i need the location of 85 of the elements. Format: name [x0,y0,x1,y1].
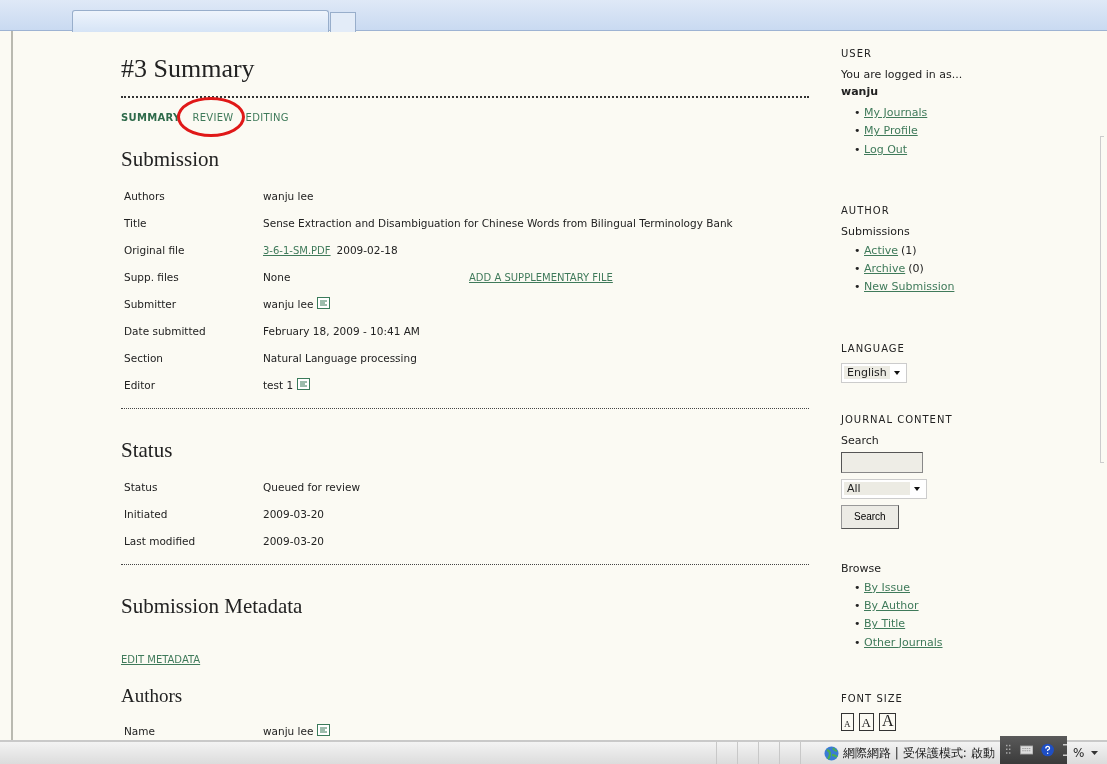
block-heading: USER [841,48,872,59]
email-icon[interactable] [297,378,311,390]
search-button[interactable]: Search [841,504,899,529]
field-label: Original file [123,242,186,258]
file-link[interactable]: 3-6-1-SM.PDF [263,244,331,256]
field-label: Name [123,723,156,739]
field-value: Natural Language processing [263,351,417,364]
block-text: Search [841,433,880,447]
field-value: 2009-03-20 [263,534,325,547]
edit-metadata-link[interactable]: EDIT METADATA [121,654,201,665]
section-heading: Submission Metadata [121,593,303,619]
tab[interactable]: SUMMARY [121,110,189,125]
font-size-button[interactable]: A [858,712,874,731]
sidebar-link[interactable]: By Author [864,597,919,616]
dropdown[interactable]: All [841,478,927,499]
add-file-link[interactable]: ADD A SUPPLEMENTARY FILE [469,271,613,283]
page-title: #3 Summary [121,54,255,84]
bullet: • [854,141,862,158]
block-text: You are logged in as... [841,68,964,81]
field-label: Title [123,215,148,231]
email-icon[interactable] [317,297,331,309]
dropdown-caret-icon[interactable] [1090,750,1099,756]
field-label: Section [123,350,164,366]
field-value: February 18, 2009 - 10:41 AM [263,324,420,337]
globe-icon [824,746,839,761]
field-label: Editor [123,377,157,393]
block-heading: AUTHOR [841,204,890,216]
font-size-button[interactable]: A [841,712,854,731]
field-label: Date submitted [123,323,207,339]
field-value: Sense Extraction and Disambiguation for Chinese Words from Bilingual Terminology Bank [263,216,733,229]
sidebar-link[interactable]: My Journals [864,104,928,123]
bullet: • [854,261,862,278]
zoom-level[interactable]: % [1073,746,1085,760]
email-icon[interactable] [317,724,331,736]
dropdown[interactable]: English [841,362,907,383]
field-value: wanju lee [263,189,314,202]
scrollbar[interactable] [1100,136,1104,463]
count: (1) [901,242,917,259]
sidebar-link[interactable]: Active [864,241,899,261]
field-label: Initiated [123,506,169,522]
security-zone-text: 網際網路 | 受保護模式: 啟動 [843,745,995,762]
bullet: • [854,598,862,615]
bullet: • [854,579,862,596]
help-icon[interactable] [1041,741,1055,759]
section-heading: Submission [121,146,220,172]
field-value: test 1 [263,379,294,391]
keyboard-icon[interactable] [1019,744,1034,756]
sidebar-link[interactable]: By Title [864,615,906,634]
field-label: Status [123,479,159,495]
bullet: • [854,634,862,651]
username: wanju [841,85,879,98]
field-label: Last modified [123,533,197,549]
bullet: • [854,105,862,121]
font-size-button[interactable]: A [878,712,897,731]
field-label: Supp. files [123,269,180,285]
field-value: Queued for review [263,480,360,493]
language-bar[interactable] [1000,736,1067,764]
search-field[interactable] [841,451,923,473]
tab[interactable]: EDITING [245,110,297,125]
field-label: Submitter [123,296,178,312]
count: (0) [908,261,924,278]
tab[interactable]: REVIEW [192,110,242,125]
block-text: Submissions [841,224,911,238]
sidebar-link[interactable]: Archive [864,260,906,279]
bullet: • [854,242,862,259]
sidebar-link[interactable]: New Submission [864,278,955,297]
block-heading: FONT SIZE [841,692,903,704]
field-value: wanju lee [263,298,314,310]
sidebar-link[interactable]: My Profile [864,122,918,141]
block-heading: LANGUAGE [841,342,905,354]
block-text: Browse [841,561,883,575]
sidebar-link[interactable]: By Issue [864,578,910,598]
block-heading: JOURNAL CONTENT [841,413,953,425]
bullet: • [854,123,862,140]
bullet: • [854,616,862,633]
field-value: 2009-02-18 [336,243,398,256]
sidebar-link[interactable]: Other Journals [864,633,943,652]
field-value: wanju lee [263,725,314,737]
subsection-heading: Authors [121,685,183,707]
field-value: None [263,270,291,283]
field-value: 2009-03-20 [263,507,325,520]
field-label: Authors [123,188,166,204]
sidebar-link[interactable]: Log Out [864,140,908,159]
bullet: • [854,279,862,296]
section-heading: Status [121,437,173,463]
